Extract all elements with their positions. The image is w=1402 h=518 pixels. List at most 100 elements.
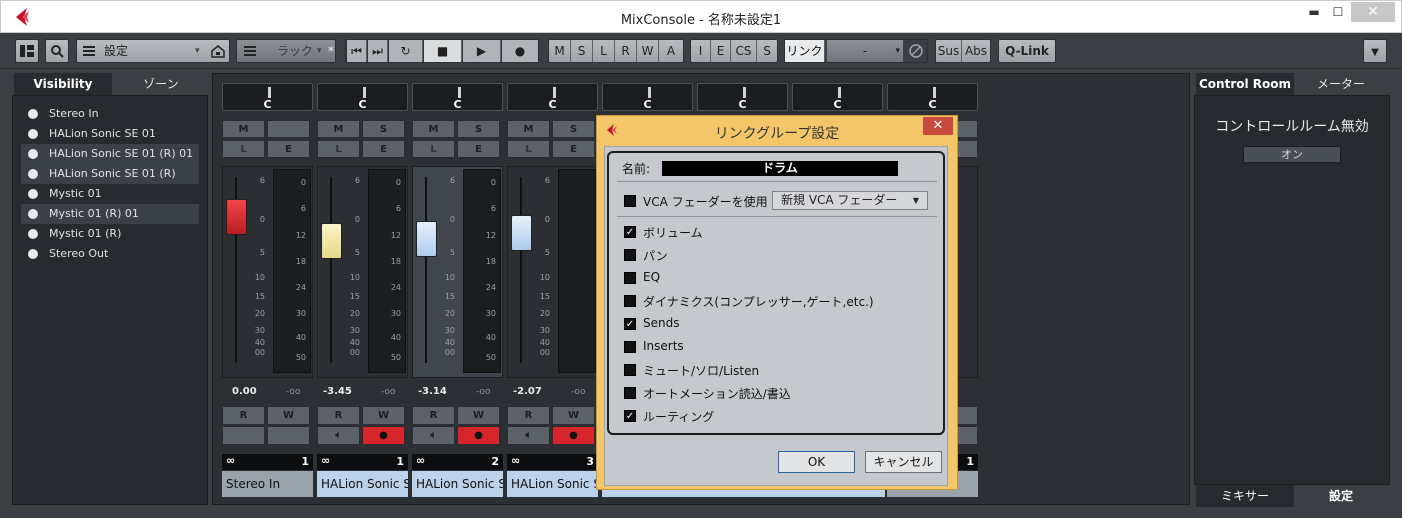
record-enable-button[interactable]: ● <box>552 426 595 445</box>
option-inserts-checkbox[interactable] <box>624 341 636 353</box>
global-read-button[interactable]: R <box>615 40 637 62</box>
go-to-end-button[interactable]: ⏭ <box>368 40 388 62</box>
mute-button[interactable]: M <box>412 120 455 138</box>
bypass-inserts-button[interactable]: I <box>691 40 711 62</box>
visibility-dot-icon[interactable] <box>28 129 38 139</box>
bypass-eq-button[interactable]: E <box>711 40 731 62</box>
tab-visibility[interactable]: Visibility <box>14 73 112 95</box>
monitor-button[interactable]: 🔈︎ <box>317 426 360 445</box>
volume-readout[interactable]: -2.07 <box>513 386 542 397</box>
record-enable-button[interactable]: ● <box>457 426 500 445</box>
record-button[interactable]: ● <box>502 40 538 62</box>
fader-handle[interactable] <box>321 223 342 259</box>
read-button[interactable]: R <box>317 406 360 425</box>
qlink-button[interactable]: Q-Link <box>998 39 1056 63</box>
listen-button[interactable]: L <box>317 140 360 158</box>
edit-button[interactable] <box>957 140 978 158</box>
volume-readout[interactable]: -3.45 <box>323 386 352 397</box>
volume-readout[interactable]: -3.14 <box>418 386 447 397</box>
peak-readout[interactable]: -oo <box>381 387 395 397</box>
visibility-item[interactable]: Mystic 01 <box>13 184 193 204</box>
record-enable-button[interactable] <box>957 426 978 445</box>
ok-button[interactable]: OK <box>778 451 855 473</box>
option-sends-checkbox[interactable]: ✓ <box>624 318 636 330</box>
functions-menu-button[interactable]: ▼ <box>1363 39 1387 63</box>
go-to-start-button[interactable]: ⏮ <box>347 40 367 62</box>
preset-selector[interactable]: 設定 ▾ <box>76 39 230 63</box>
stop-button[interactable]: ■ <box>424 40 462 62</box>
visibility-dot-icon[interactable] <box>28 229 38 239</box>
control-room-on-button[interactable]: オン <box>1243 146 1341 163</box>
mute-button[interactable]: M <box>317 120 360 138</box>
edit-button[interactable]: E <box>552 140 595 158</box>
bypass-cs-button[interactable]: CS <box>731 40 757 62</box>
read-button[interactable]: R <box>222 406 265 425</box>
abs-button[interactable]: Abs <box>962 40 990 62</box>
option-eq-checkbox[interactable] <box>624 272 636 284</box>
global-listen-button[interactable]: L <box>593 40 615 62</box>
vca-checkbox[interactable] <box>624 195 636 207</box>
monitor-button[interactable] <box>222 426 265 445</box>
global-solo-button[interactable]: S <box>571 40 593 62</box>
listen-button[interactable]: L <box>412 140 455 158</box>
visibility-dot-icon[interactable] <box>28 109 38 119</box>
write-button[interactable]: W <box>552 406 595 425</box>
tab-meter[interactable]: メーター <box>1294 73 1388 95</box>
channel-name[interactable]: HALion Sonic S <box>317 471 408 497</box>
global-a-button[interactable]: A <box>659 40 683 62</box>
solo-button[interactable]: S <box>457 120 500 138</box>
option-mute-solo-checkbox[interactable] <box>624 364 636 376</box>
pan-control[interactable]: C <box>412 83 503 111</box>
tab-settings[interactable]: 設定 <box>1294 485 1388 507</box>
option-dynamics-checkbox[interactable] <box>624 295 636 307</box>
listen-button[interactable]: L <box>507 140 550 158</box>
pan-control[interactable]: C <box>697 83 788 111</box>
volume-readout[interactable]: 0.00 <box>232 386 257 397</box>
visibility-dot-icon[interactable] <box>28 249 38 259</box>
search-button[interactable] <box>45 39 69 63</box>
close-button[interactable]: ✕ <box>1351 2 1395 22</box>
cancel-button[interactable]: キャンセル <box>865 451 942 473</box>
write-button[interactable]: W <box>362 406 405 425</box>
channel-name[interactable]: HALion Sonic S <box>507 471 598 497</box>
record-enable-button[interactable]: ● <box>362 426 405 445</box>
visibility-item[interactable]: Mystic 01 (R) <box>13 224 193 244</box>
write-button[interactable] <box>957 406 978 425</box>
pan-control[interactable]: C <box>602 83 693 111</box>
option-routing-checkbox[interactable]: ✓ <box>624 410 636 422</box>
tab-zone[interactable]: ゾーン <box>114 73 208 95</box>
link-button[interactable]: リンク <box>785 40 825 62</box>
visibility-dot-icon[interactable] <box>28 189 38 199</box>
play-button[interactable]: ▶ <box>463 40 501 62</box>
visibility-item[interactable]: HALion Sonic SE 01 (R) <box>21 164 199 184</box>
option-volume-checkbox[interactable]: ✓ <box>624 226 636 238</box>
global-write-button[interactable]: W <box>637 40 659 62</box>
pan-control[interactable]: C <box>317 83 408 111</box>
monitor-button[interactable]: 🔈︎ <box>507 426 550 445</box>
option-pan-checkbox[interactable] <box>624 249 636 261</box>
vca-select[interactable]: 新規 VCA フェーダー ▼ <box>772 191 928 210</box>
name-input[interactable]: ドラム <box>662 161 898 176</box>
layout-toggle-button[interactable] <box>15 39 39 63</box>
tab-control-room[interactable]: Control Room <box>1196 73 1294 95</box>
write-button[interactable]: W <box>267 406 310 425</box>
pan-control[interactable]: C <box>222 83 313 111</box>
solo-button-empty[interactable] <box>267 120 310 138</box>
visibility-dot-icon[interactable] <box>28 209 38 219</box>
peak-readout[interactable]: -oo <box>286 387 300 397</box>
edit-button[interactable]: E <box>267 140 310 158</box>
pan-control[interactable]: C <box>507 83 598 111</box>
peak-readout[interactable]: -oo <box>476 387 490 397</box>
cycle-button[interactable]: ↻ <box>389 40 423 62</box>
monitor-button[interactable]: 🔈︎ <box>412 426 455 445</box>
bypass-sends-button[interactable]: S <box>757 40 777 62</box>
mute-button[interactable]: M <box>222 120 265 138</box>
read-button[interactable]: R <box>507 406 550 425</box>
maximize-button[interactable]: ☐ <box>1323 2 1353 22</box>
solo-button[interactable]: S <box>362 120 405 138</box>
solo-button[interactable]: S <box>552 120 595 138</box>
write-button[interactable]: W <box>457 406 500 425</box>
mute-button[interactable]: M <box>507 120 550 138</box>
record-enable-button[interactable] <box>267 426 310 445</box>
edit-button[interactable]: E <box>457 140 500 158</box>
